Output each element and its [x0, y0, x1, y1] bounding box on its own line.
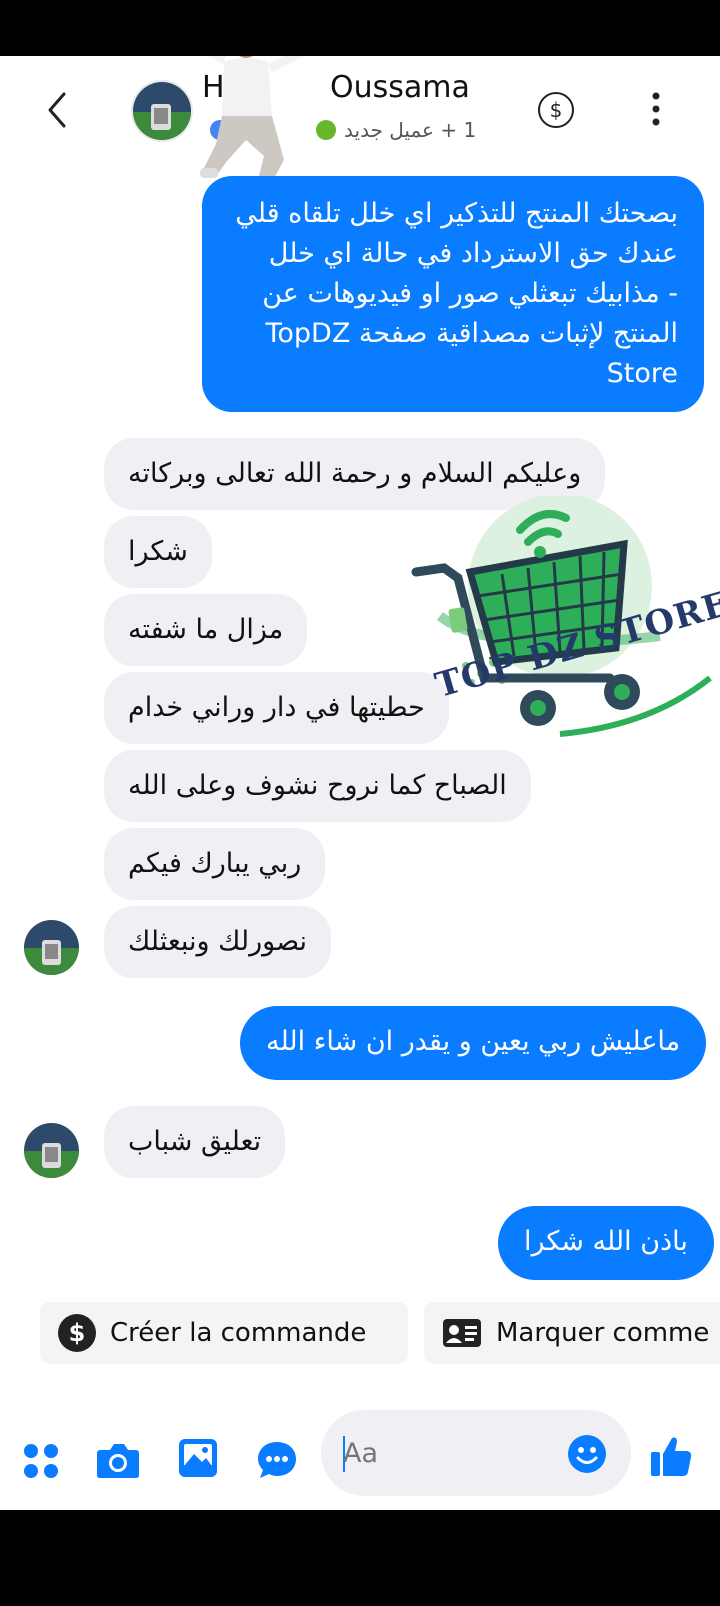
contact-avatar[interactable] — [131, 80, 193, 142]
message-composer[interactable] — [321, 1410, 631, 1496]
message-line: عندك حق الاسترداد في حالة اي خلل — [268, 238, 678, 269]
create-order-label: Créer la commande — [110, 1318, 367, 1348]
like-thumbs-up-icon[interactable] — [650, 1434, 692, 1478]
gallery-icon[interactable] — [178, 1438, 218, 1478]
camera-icon[interactable] — [96, 1440, 140, 1480]
svg-text:$: $ — [69, 1319, 86, 1347]
contact-card-icon — [443, 1319, 481, 1347]
incoming-message[interactable]: شكرا — [104, 516, 212, 588]
message-line: المنتج لإثبات مصداقية صفحة TopDZ — [265, 318, 678, 349]
incoming-message[interactable]: حطيتها في دار وراني خدام — [104, 672, 449, 744]
message-line: Store — [606, 358, 678, 389]
incoming-message[interactable]: نصورلك ونبعثلك — [104, 906, 332, 978]
sender-avatar[interactable] — [24, 920, 79, 975]
chat-screen: H Oussama 1 + عميل جديد $ بصحتك المنتج ل… — [0, 56, 720, 1510]
message-line: بصحتك المنتج للتذكير اي خلل تلقاه قلي — [235, 198, 678, 229]
dollar-icon: $ — [58, 1314, 96, 1352]
outgoing-message[interactable]: بصحتك المنتج للتذكير اي خلل تلقاه قلي عن… — [202, 176, 704, 412]
outgoing-message[interactable]: باذن الله شكرا — [498, 1206, 714, 1280]
message-input[interactable] — [341, 1432, 545, 1474]
more-options-icon[interactable] — [652, 92, 660, 126]
outgoing-message[interactable]: ماعليش ربي يعين و يقدر ان شاء الله — [240, 1006, 707, 1080]
incoming-message[interactable]: ربي يبارك فيكم — [104, 828, 326, 900]
sender-avatar[interactable] — [24, 1123, 79, 1178]
incoming-message[interactable]: مزال ما شفته — [104, 594, 308, 666]
new-customer-label: 1 + عميل جديد — [344, 118, 477, 142]
message-line: - مذابيك تبعثلي صور او فيديوهات عن — [262, 278, 678, 309]
create-order-button[interactable]: $ Créer la commande — [40, 1302, 408, 1364]
apps-grid-icon[interactable] — [22, 1442, 60, 1480]
payment-dollar-icon[interactable]: $ — [538, 92, 574, 128]
contact-name[interactable]: Oussama — [330, 70, 470, 105]
emoji-icon[interactable] — [567, 1434, 607, 1474]
incoming-message[interactable]: تعليق شباب — [104, 1106, 286, 1178]
mark-as-button[interactable]: Marquer comme — [424, 1302, 720, 1364]
chat-bubble-icon[interactable] — [256, 1440, 298, 1480]
back-arrow-icon[interactable] — [40, 88, 76, 132]
mark-as-label: Marquer comme — [496, 1318, 710, 1348]
